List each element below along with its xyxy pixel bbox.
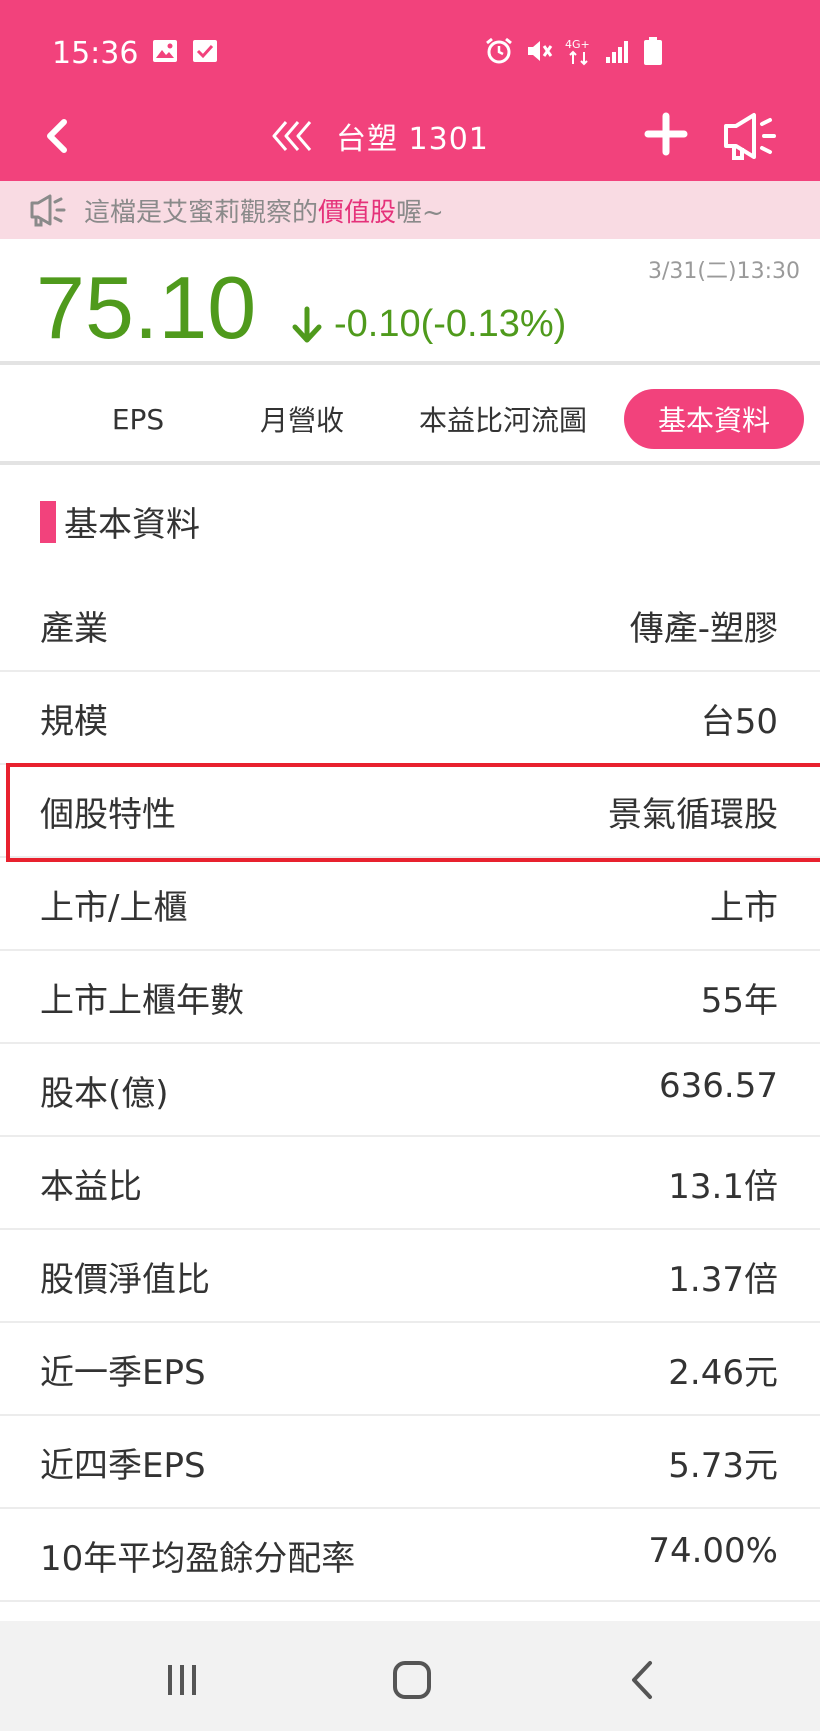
add-button[interactable] (642, 110, 690, 158)
announcement-banner[interactable]: 這檔是艾蜜莉觀察的價值股喔~ (0, 181, 820, 239)
mute-icon (524, 36, 554, 66)
row-label: 規模 (40, 702, 108, 742)
row-label: 上市/上櫃 (40, 888, 188, 928)
system-navigation-bar (0, 1621, 820, 1731)
triple-chevron-left-icon (268, 116, 318, 156)
row-value: 上市 (710, 888, 778, 928)
alarm-icon (484, 36, 514, 66)
status-bar: 15:36 4G+ (0, 0, 820, 100)
row-label: 產業 (40, 609, 108, 649)
tab-monthly-revenue[interactable]: 月營收 (238, 389, 366, 449)
signal-bars-icon (604, 37, 632, 65)
info-row-pb-ratio: 股價淨值比 1.37倍 (0, 1230, 820, 1323)
row-value: 5.73元 (668, 1446, 778, 1486)
row-value: 13.1倍 (668, 1167, 778, 1207)
row-label: 個股特性 (40, 795, 176, 835)
section-accent-bar (40, 500, 56, 543)
megaphone-icon (720, 110, 782, 162)
row-label: 股價淨值比 (40, 1260, 210, 1300)
info-table: 產業 傳產-塑膠 規模 台50 個股特性 景氣循環股 上市/上櫃 上市 上市上櫃… (0, 579, 820, 1602)
row-value: 55年 (700, 981, 778, 1021)
row-value: 景氣循環股 (608, 795, 778, 835)
section-header: 基本資料 (40, 497, 200, 546)
basic-info-panel: 基本資料 產業 傳產-塑膠 規模 台50 個股特性 景氣循環股 上市/上櫃 上市… (0, 469, 820, 1621)
tab-pe-river-chart[interactable]: 本益比河流圖 (398, 389, 608, 449)
quote-timestamp: 3/31(二)13:30 (648, 259, 800, 284)
price-change: -0.10(-0.13%) (290, 303, 566, 346)
arrow-down-icon (290, 305, 324, 345)
battery-icon (642, 36, 664, 66)
announce-button[interactable] (720, 110, 782, 162)
row-value: 台50 (700, 702, 778, 742)
row-value: 2.46元 (668, 1353, 778, 1393)
info-row-pe-ratio: 本益比 13.1倍 (0, 1137, 820, 1230)
tab-bar: EPS 月營收 本益比河流圖 基本資料 (0, 369, 820, 465)
chevron-left-icon (36, 114, 80, 158)
row-label: 近一季EPS (40, 1353, 206, 1393)
row-label: 本益比 (40, 1167, 142, 1207)
svg-text:4G+: 4G+ (565, 38, 590, 51)
home-button[interactable] (382, 1655, 442, 1705)
check-box-icon (192, 38, 218, 64)
app-header: 15:36 4G+ 台塑 1301 (0, 0, 820, 181)
announcement-prefix: 這檔是艾蜜莉觀察的 (84, 197, 319, 228)
info-row-scale: 規模 台50 (0, 672, 820, 765)
plus-icon (642, 110, 690, 158)
megaphone-icon (28, 192, 68, 228)
image-icon (152, 38, 178, 64)
announcement-suffix: 喔~ (396, 197, 444, 228)
row-value: 74.00% (648, 1531, 778, 1571)
status-icons-right: 4G+ (484, 36, 664, 66)
info-row-quarter-eps: 近一季EPS 2.46元 (0, 1323, 820, 1416)
back-icon (612, 1655, 672, 1705)
info-row-capital: 股本(億) 636.57 (0, 1044, 820, 1137)
info-row-industry: 產業 傳產-塑膠 (0, 579, 820, 672)
tab-eps[interactable]: EPS (80, 389, 196, 449)
page-title: 台塑 1301 (336, 122, 489, 157)
recents-button[interactable] (152, 1655, 212, 1705)
info-row-payout-ratio: 10年平均盈餘分配率 74.00% (0, 1509, 820, 1602)
row-label: 股本(億) (40, 1074, 169, 1114)
recents-icon (152, 1655, 212, 1705)
back-button[interactable] (36, 114, 80, 158)
info-row-four-quarter-eps: 近四季EPS 5.73元 (0, 1416, 820, 1509)
section-title: 基本資料 (64, 505, 200, 545)
row-label: 10年平均盈餘分配率 (40, 1539, 356, 1579)
row-value: 1.37倍 (668, 1260, 778, 1300)
info-row-listing-years: 上市上櫃年數 55年 (0, 951, 820, 1044)
row-label: 近四季EPS (40, 1446, 206, 1486)
stock-price: 75.10 (36, 258, 257, 357)
status-time: 15:36 (52, 36, 139, 71)
status-icons-left (152, 38, 218, 64)
announcement-text: 這檔是艾蜜莉觀察的價值股喔~ (84, 192, 444, 229)
4g-signal-icon: 4G+ (564, 36, 594, 66)
quote-panel: 75.10 -0.10(-0.13%) 3/31(二)13:30 (0, 239, 820, 365)
system-back-button[interactable] (612, 1655, 672, 1705)
row-value: 傳產-塑膠 (629, 609, 778, 649)
home-icon (382, 1655, 442, 1705)
row-value: 636.57 (659, 1066, 778, 1106)
announcement-highlight: 價值股 (318, 197, 397, 228)
change-value: -0.10(-0.13%) (334, 303, 567, 345)
row-label: 上市上櫃年數 (40, 981, 244, 1021)
info-row-stock-characteristic: 個股特性 景氣循環股 (0, 763, 820, 862)
info-row-listing-type: 上市/上櫃 上市 (0, 858, 820, 951)
top-navbar: 台塑 1301 (0, 100, 820, 181)
stock-title[interactable]: 台塑 1301 (268, 114, 489, 158)
tab-basic-info[interactable]: 基本資料 (624, 389, 804, 449)
